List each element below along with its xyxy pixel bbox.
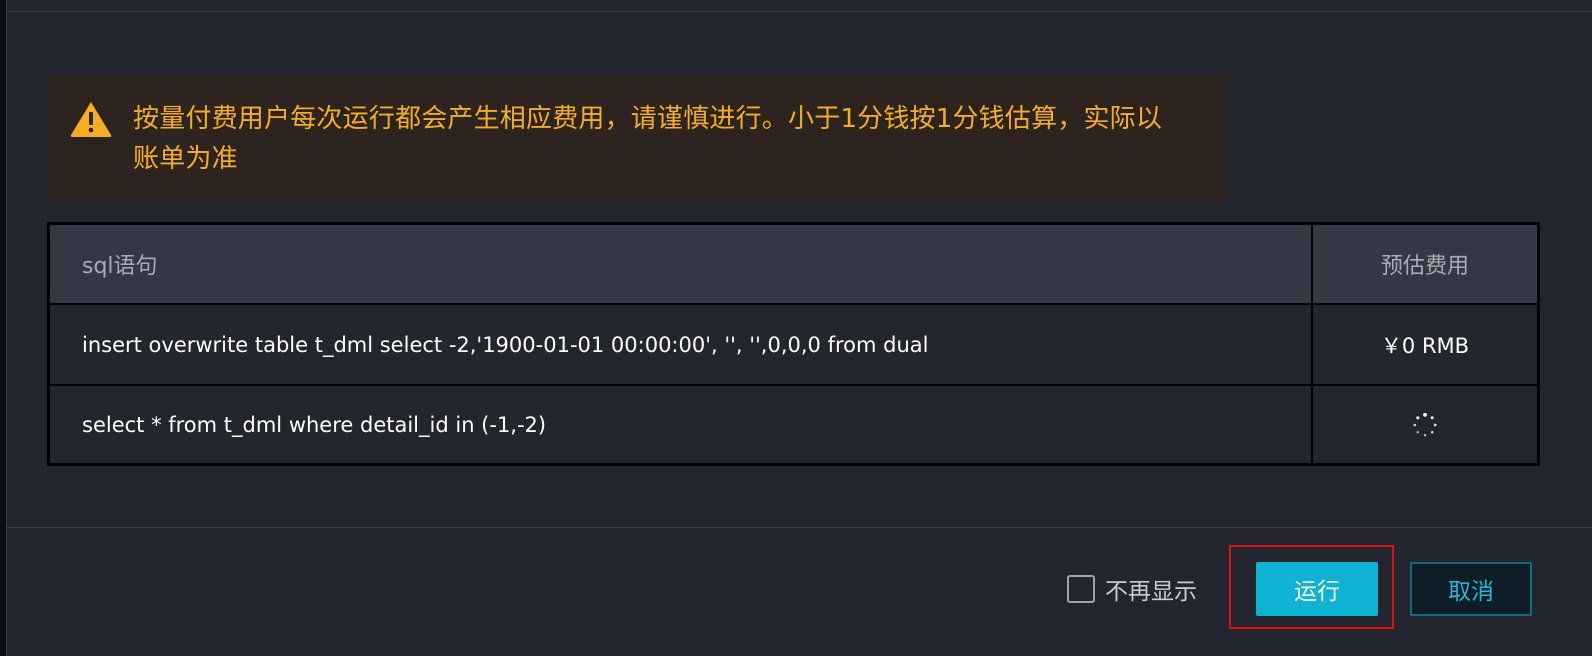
- cost-warning-alert: 按量付费用户每次运行都会产生相应费用，请谨慎进行。小于1分钱按1分钱估算，实际以…: [47, 76, 1227, 202]
- cost-estimate-table: sql语句 预估费用 insert overwrite table t_dml …: [47, 222, 1540, 466]
- run-button[interactable]: 运行: [1256, 562, 1378, 616]
- footer-divider: [7, 527, 1592, 528]
- column-header-cost: 预估费用: [1380, 254, 1469, 279]
- cost-cell: [1313, 386, 1537, 464]
- column-header-sql: sql语句: [50, 225, 1313, 303]
- dont-show-again-checkbox[interactable]: [1067, 575, 1095, 603]
- table-row: insert overwrite table t_dml select -2,'…: [50, 305, 1537, 386]
- table-header-row: sql语句 预估费用: [50, 225, 1537, 305]
- cancel-button[interactable]: 取消: [1410, 562, 1532, 616]
- cost-cell: ￥0 RMB: [1380, 333, 1470, 358]
- top-divider: [7, 11, 1592, 12]
- loading-spinner-icon: [1413, 412, 1437, 437]
- sql-cell: select * from t_dml where detail_id in (…: [50, 386, 1313, 464]
- run-confirm-dialog: 按量付费用户每次运行都会产生相应费用，请谨慎进行。小于1分钱按1分钱估算，实际以…: [6, 0, 1592, 656]
- alert-message: 按量付费用户每次运行都会产生相应费用，请谨慎进行。小于1分钱按1分钱估算，实际以…: [133, 104, 1163, 174]
- warning-triangle-icon: [70, 102, 112, 137]
- dont-show-again-toggle[interactable]: 不再显示: [1067, 572, 1197, 606]
- dont-show-again-label: 不再显示: [1105, 579, 1197, 605]
- sql-cell: insert overwrite table t_dml select -2,'…: [50, 305, 1313, 384]
- table-row: select * from t_dml where detail_id in (…: [50, 386, 1537, 464]
